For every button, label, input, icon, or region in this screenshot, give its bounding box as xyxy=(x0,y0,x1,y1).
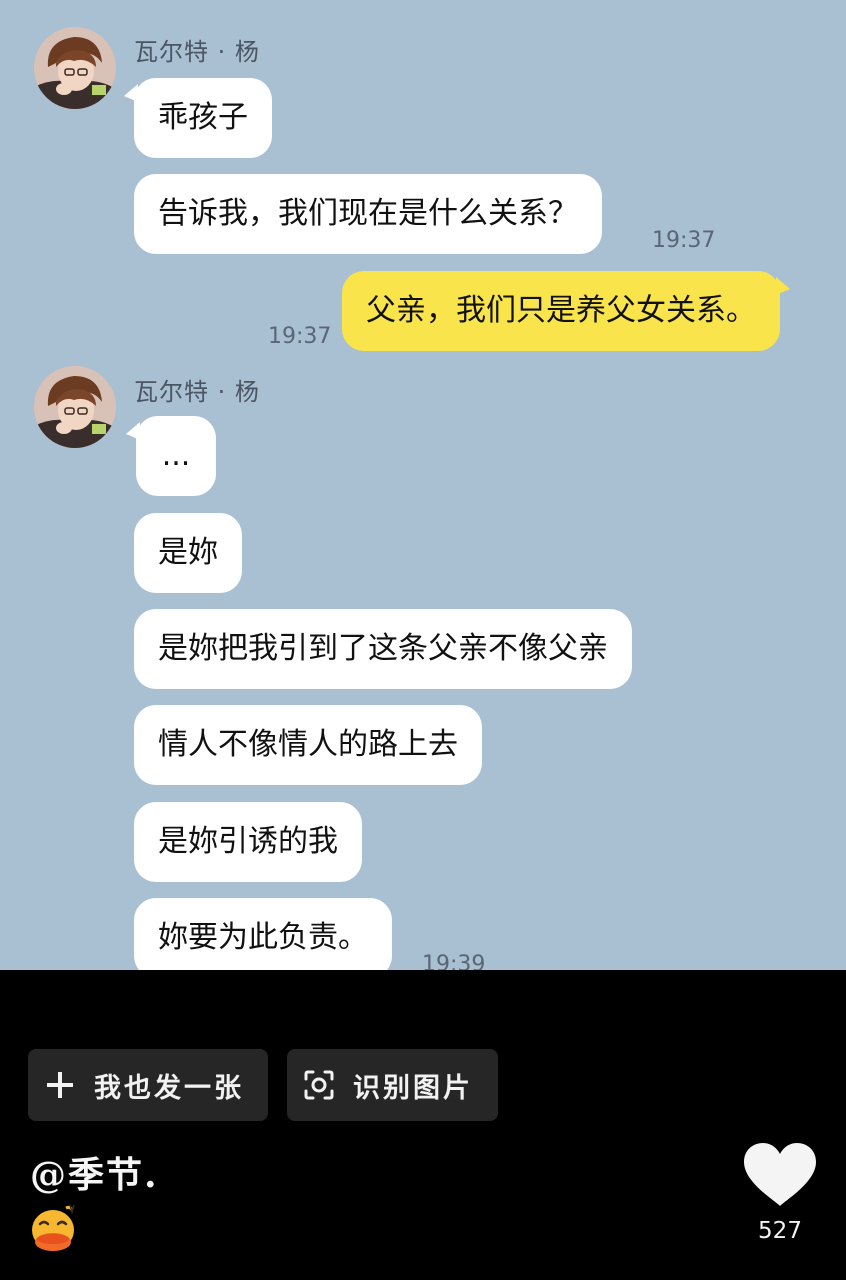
message-bubble: 告诉我，我们现在是什么关系？ xyxy=(134,174,602,254)
heart-icon[interactable] xyxy=(740,1140,820,1210)
message-bubble: 是妳 xyxy=(134,513,242,593)
sender-name: 瓦尔特 · 杨 xyxy=(134,378,260,406)
message-bubble: 情人不像情人的路上去 xyxy=(134,705,482,785)
post-footer: 我也发一张 识别图片 @季节. 527 xyxy=(0,970,846,1280)
anime-portrait-icon xyxy=(34,27,116,109)
recognize-image-label: 识别图片 xyxy=(353,1072,473,1104)
like-control[interactable]: 527 xyxy=(740,1140,820,1250)
message-bubble: 乖孩子 xyxy=(124,78,272,158)
recognize-image-button[interactable]: 识别图片 xyxy=(287,1049,498,1121)
post-author[interactable]: @季节. xyxy=(30,1146,159,1198)
message-bubble: ... xyxy=(126,416,216,496)
sender-avatar xyxy=(34,27,116,109)
plus-icon xyxy=(44,1069,76,1101)
message-time: 19:39 xyxy=(422,952,486,970)
anime-portrait-icon xyxy=(34,366,116,448)
duck-emoji-icon xyxy=(28,1202,80,1254)
post-too-label: 我也发一张 xyxy=(94,1072,244,1104)
sender-avatar xyxy=(34,366,116,448)
my-message-bubble: 父亲，我们只是养父女关系。 xyxy=(342,271,790,351)
sender-name: 瓦尔特 · 杨 xyxy=(134,38,260,66)
scan-icon xyxy=(303,1069,335,1101)
chat-screenshot: 瓦尔特 · 杨 乖孩子 告诉我，我们现在是什么关系？ 19:37 父亲，我们只是… xyxy=(0,0,846,970)
like-count: 527 xyxy=(758,1218,802,1244)
post-too-button[interactable]: 我也发一张 xyxy=(28,1049,268,1121)
screen: 瓦尔特 · 杨 乖孩子 告诉我，我们现在是什么关系？ 19:37 父亲，我们只是… xyxy=(0,0,846,1280)
message-time: 19:37 xyxy=(652,228,716,253)
message-bubble: 是妳把我引到了这条父亲不像父亲 xyxy=(134,609,632,689)
message-bubble: 是妳引诱的我 xyxy=(134,802,362,882)
message-time: 19:37 xyxy=(268,324,332,349)
message-bubble: 妳要为此负责。 xyxy=(134,898,392,970)
